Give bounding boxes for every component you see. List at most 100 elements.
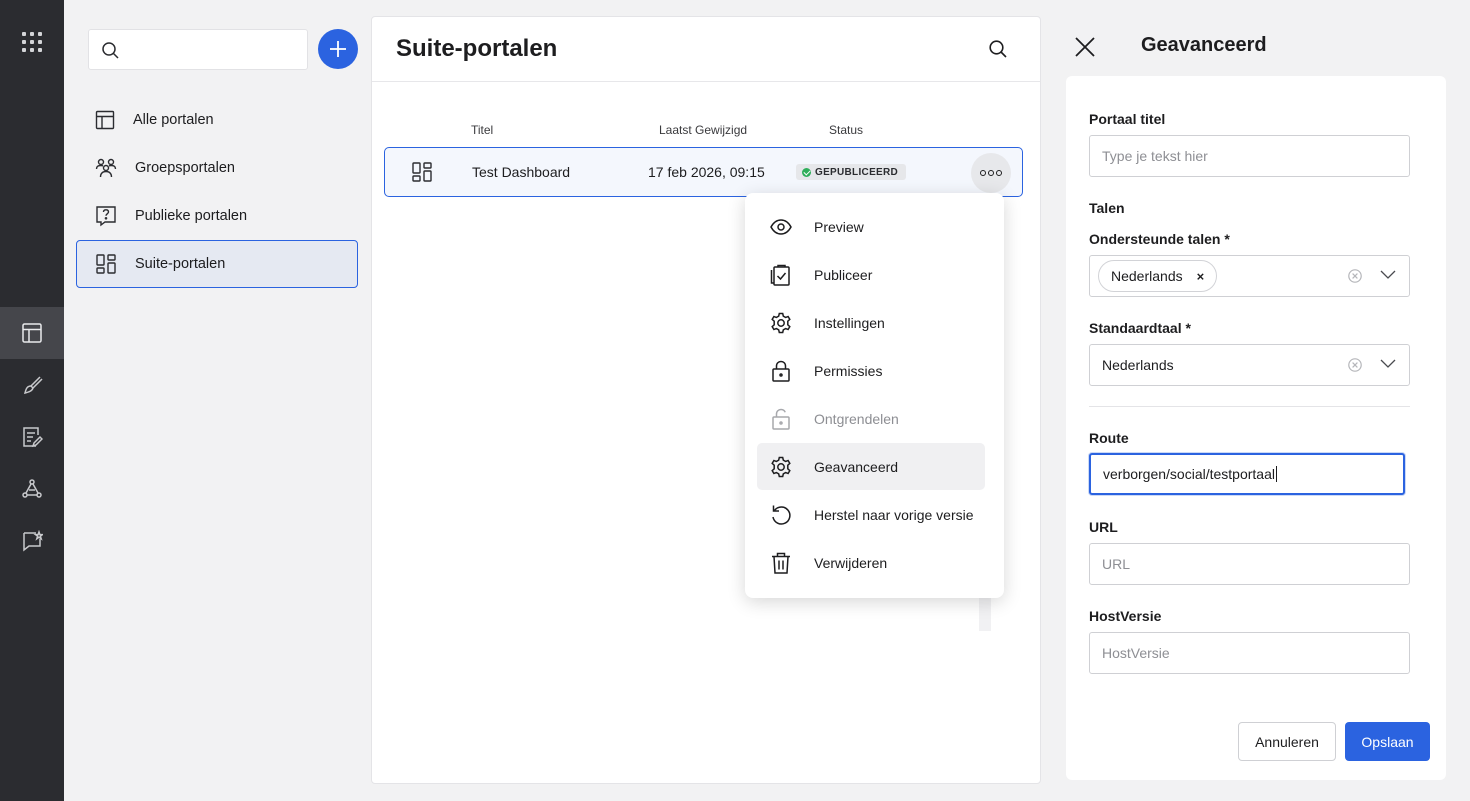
- search-icon[interactable]: [988, 39, 1008, 59]
- language-chip: Nederlands ×: [1098, 260, 1218, 292]
- search-icon: [102, 42, 119, 59]
- feedback-icon: [23, 530, 43, 552]
- network-icon: [22, 479, 42, 498]
- rail-portals-button[interactable]: [0, 307, 64, 359]
- column-header-title[interactable]: Titel: [471, 123, 493, 137]
- trash-icon: [772, 552, 790, 574]
- group-icon: [95, 158, 117, 178]
- dashboard-icon: [412, 162, 432, 182]
- gear-icon: [771, 312, 791, 333]
- menu-item-label: Verwijderen: [814, 554, 888, 571]
- row-more-button[interactable]: [971, 153, 1011, 193]
- rail-network-button[interactable]: [0, 463, 64, 515]
- rail-notes-button[interactable]: [0, 411, 64, 463]
- more-dot: [988, 170, 994, 176]
- menu-item-ontgrendelen: Ontgrendelen: [757, 395, 985, 442]
- nav-item-alle-portalen[interactable]: Alle portalen: [76, 96, 358, 144]
- dashboard-icon: [96, 254, 116, 274]
- menu-item-label: Preview: [814, 218, 864, 235]
- default-language-label: Standaardtaal *: [1089, 320, 1191, 336]
- portal-title-placeholder: Type je tekst hier: [1102, 148, 1208, 164]
- portal-title-label: Portaal titel: [1089, 111, 1166, 127]
- chip-label: Nederlands: [1111, 268, 1183, 284]
- divider: [1089, 406, 1410, 407]
- divider: [372, 81, 1040, 82]
- menu-item-geavanceerd[interactable]: Geavanceerd: [757, 443, 985, 490]
- url-input[interactable]: URL: [1089, 543, 1410, 585]
- clear-icon[interactable]: [1347, 357, 1363, 373]
- menu-item-label: Instellingen: [814, 314, 885, 331]
- nav-item-groepsportalen[interactable]: Groepsportalen: [76, 144, 358, 192]
- row-title: Test Dashboard: [472, 164, 571, 180]
- menu-item-publiceer[interactable]: Publiceer: [757, 251, 985, 298]
- layout-icon: [22, 323, 42, 343]
- advanced-settings-panel: [1066, 76, 1446, 780]
- cancel-button[interactable]: Annuleren: [1238, 722, 1336, 761]
- url-label: URL: [1089, 519, 1118, 535]
- status-label: GEPUBLICEERD: [815, 166, 899, 178]
- layout-icon: [95, 110, 115, 130]
- more-dots-icon: [980, 170, 986, 176]
- portal-title-input[interactable]: Type je tekst hier: [1089, 135, 1410, 177]
- plus-icon: [330, 41, 346, 57]
- save-button[interactable]: Opslaan: [1345, 722, 1430, 761]
- page-title: Suite-portalen: [396, 35, 558, 62]
- unlock-icon: [772, 408, 790, 430]
- close-icon[interactable]: [1073, 35, 1097, 59]
- menu-item-permissies[interactable]: Permissies: [757, 347, 985, 394]
- notes-icon: [23, 427, 43, 448]
- restore-icon: [772, 505, 791, 525]
- panel-title: Geavanceerd: [1141, 34, 1267, 56]
- menu-item-label: Publiceer: [814, 266, 873, 283]
- app-rail: [0, 0, 64, 801]
- rail-brush-button[interactable]: [0, 359, 64, 411]
- default-language-select[interactable]: Nederlands: [1089, 344, 1410, 386]
- text-caret: [1276, 466, 1277, 482]
- brush-icon: [23, 376, 43, 395]
- apps-grid-icon[interactable]: [22, 32, 42, 52]
- nav-item-label: Groepsportalen: [135, 160, 235, 176]
- languages-heading: Talen: [1089, 200, 1125, 216]
- eye-icon: [770, 218, 792, 235]
- nav-item-label: Publieke portalen: [135, 208, 248, 224]
- menu-item-label: Permissies: [814, 362, 883, 379]
- nav-item-label: Suite-portalen: [135, 256, 226, 272]
- check-circle-icon: [802, 167, 811, 177]
- route-input[interactable]: verborgen/social/testportaal: [1089, 453, 1405, 495]
- rail-feedback-button[interactable]: [0, 515, 64, 567]
- lock-icon: [772, 360, 790, 382]
- menu-item-label: Ontgrendelen: [814, 410, 899, 427]
- row-context-menu: Preview Publiceer Instellingen Permissie…: [745, 193, 1004, 598]
- host-version-input[interactable]: HostVersie: [1089, 632, 1410, 674]
- menu-item-label: Geavanceerd: [814, 458, 899, 475]
- url-placeholder: URL: [1102, 556, 1131, 572]
- menu-item-herstel[interactable]: Herstel naar vorige versie: [757, 491, 985, 538]
- supported-languages-select[interactable]: Nederlands ×: [1089, 255, 1410, 297]
- nav-item-publieke-portalen[interactable]: Publieke portalen: [76, 192, 358, 240]
- status-badge: GEPUBLICEERD: [796, 164, 907, 180]
- menu-item-verwijderen[interactable]: Verwijderen: [757, 539, 985, 586]
- chip-remove-icon[interactable]: ×: [1197, 269, 1205, 284]
- column-header-modified[interactable]: Laatst Gewijzigd: [659, 123, 747, 137]
- gear-icon: [771, 456, 791, 477]
- menu-item-preview[interactable]: Preview: [757, 203, 985, 250]
- route-value: verborgen/social/testportaal: [1103, 466, 1275, 482]
- menu-item-instellingen[interactable]: Instellingen: [757, 299, 985, 346]
- menu-item-label: Herstel naar vorige versie: [814, 506, 974, 523]
- host-version-placeholder: HostVersie: [1102, 645, 1170, 661]
- chevron-down-icon[interactable]: [1379, 358, 1397, 370]
- row-modified: 17 feb 2026, 09:15: [648, 164, 765, 180]
- nav-search-input[interactable]: [88, 29, 308, 70]
- column-header-status[interactable]: Status: [829, 123, 863, 137]
- supported-languages-label: Ondersteunde talen *: [1089, 231, 1230, 247]
- route-label: Route: [1089, 430, 1129, 446]
- question-board-icon: [96, 206, 116, 227]
- host-version-label: HostVersie: [1089, 608, 1162, 624]
- add-portal-button[interactable]: [318, 29, 358, 69]
- scrollbar[interactable]: [979, 597, 991, 631]
- more-dot: [996, 170, 1002, 176]
- chevron-down-icon[interactable]: [1379, 269, 1397, 281]
- nav-item-suite-portalen[interactable]: Suite-portalen: [76, 240, 358, 288]
- table-row[interactable]: Test Dashboard 17 feb 2026, 09:15 GEPUBL…: [384, 147, 1023, 197]
- clear-icon[interactable]: [1347, 268, 1363, 284]
